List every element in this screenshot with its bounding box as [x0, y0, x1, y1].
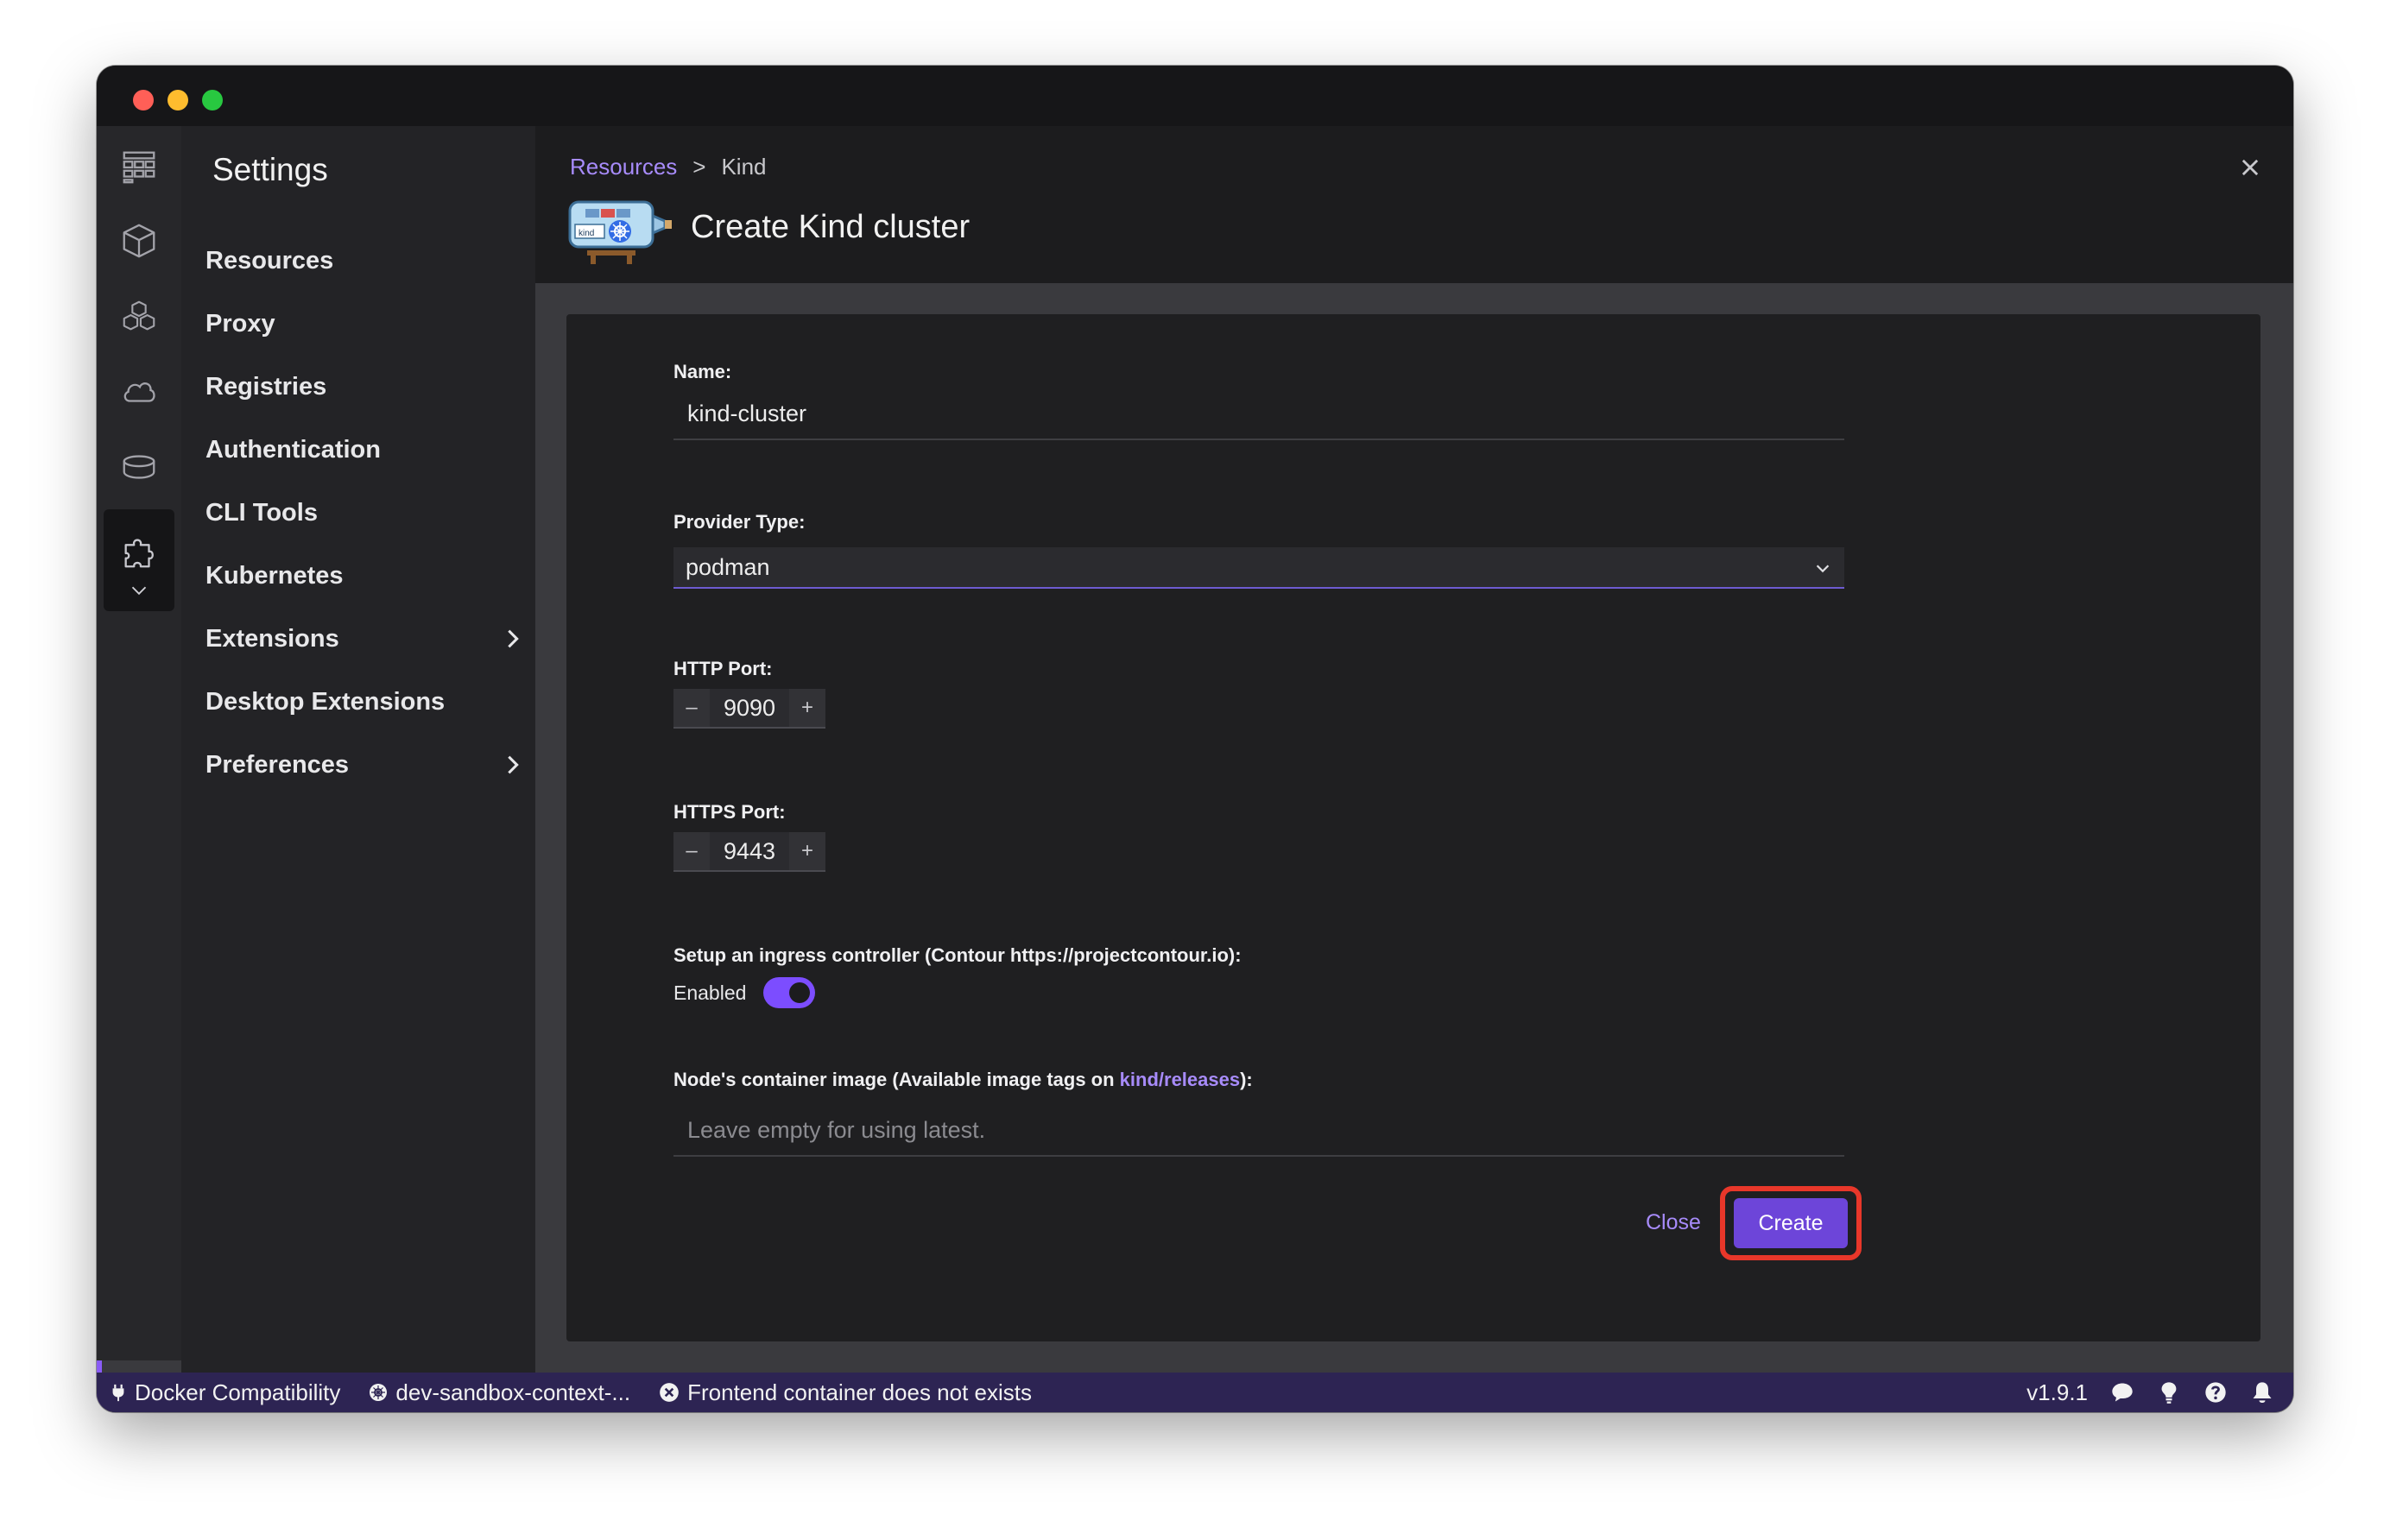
settings-title: Settings — [212, 152, 328, 187]
chevron-right-icon — [508, 629, 519, 648]
http-port-value[interactable]: 9090 — [710, 689, 789, 727]
page-title: Create Kind cluster — [691, 209, 971, 245]
http-port-decrement-button[interactable]: – — [673, 689, 710, 727]
kind-logo-text: kind — [579, 229, 594, 238]
https-port-increment-button[interactable]: + — [789, 832, 825, 870]
menu-item-label: Authentication — [205, 435, 381, 464]
settings-item-desktop-extensions[interactable]: Desktop Extensions — [205, 676, 525, 728]
error-status-label: Frontend container does not exists — [687, 1379, 1033, 1405]
create-cluster-form: Name: kind-cluster Provider Type: podman… — [566, 314, 2260, 1341]
images-icon[interactable] — [97, 354, 181, 428]
ingress-toggle[interactable] — [763, 977, 816, 1008]
chevron-down-icon[interactable] — [97, 565, 181, 616]
ingress-toggle-row: Enabled — [673, 977, 816, 1008]
toggle-knob — [789, 982, 811, 1003]
plug-icon — [112, 1384, 124, 1402]
menu-item-label: Resources — [205, 246, 334, 275]
containers-icon[interactable] — [97, 204, 181, 278]
settings-item-resources[interactable]: Resources — [205, 235, 525, 287]
kube-context-status[interactable]: dev-sandbox-context-... — [368, 1379, 630, 1406]
name-input[interactable]: kind-cluster — [673, 388, 1844, 440]
menu-item-label: CLI Tools — [205, 498, 318, 527]
close-button[interactable]: Close — [1646, 1210, 1701, 1235]
ingress-toggle-label: Enabled — [673, 981, 747, 1004]
node-image-label: Node's container image (Available image … — [673, 1069, 1253, 1091]
help-icon[interactable] — [2203, 1380, 2228, 1404]
menu-item-label: Desktop Extensions — [205, 687, 446, 716]
http-port-increment-button[interactable]: + — [789, 689, 825, 727]
ingress-label: Setup an ingress controller (Contour htt… — [673, 944, 1242, 966]
window-minimize-button[interactable] — [168, 90, 188, 110]
https-port-stepper: – 9443 + — [673, 832, 825, 872]
close-icon[interactable] — [2238, 155, 2262, 180]
window-zoom-button[interactable] — [202, 90, 223, 110]
chat-icon[interactable] — [2110, 1380, 2134, 1404]
menu-item-label: Registries — [205, 372, 327, 401]
window-close-button[interactable] — [133, 90, 154, 110]
icon-navigation — [97, 126, 181, 1412]
node-image-label-prefix: Node's container image (Available image … — [673, 1069, 1120, 1090]
provider-type-select[interactable]: podman — [673, 547, 1844, 589]
chevron-down-icon — [1816, 565, 1830, 573]
settings-item-cli-tools[interactable]: CLI Tools — [205, 487, 525, 539]
breadcrumb-resources-link[interactable]: Resources — [570, 154, 677, 180]
create-button[interactable]: Create — [1734, 1198, 1848, 1248]
menu-item-label: Proxy — [205, 309, 275, 338]
settings-item-proxy[interactable]: Proxy — [205, 298, 525, 350]
docker-compatibility-label: Docker Compatibility — [135, 1379, 341, 1405]
status-bar-right: v1.9.1 — [2026, 1373, 2274, 1412]
menu-item-label: Extensions — [205, 624, 339, 653]
app-window: Settings Resources Proxy Registries Auth… — [97, 66, 2293, 1412]
page-header: Resources > Kind kind Create Kind cluste… — [535, 126, 2293, 283]
menu-item-label: Preferences — [205, 750, 350, 779]
title-bar — [97, 66, 2293, 126]
bell-icon[interactable] — [2250, 1380, 2274, 1404]
provider-type-label: Provider Type: — [673, 511, 806, 533]
http-port-stepper: – 9090 + — [673, 689, 825, 729]
error-status[interactable]: Frontend container does not exists — [658, 1379, 1032, 1406]
pods-icon[interactable] — [97, 280, 181, 354]
volumes-icon[interactable] — [97, 430, 181, 504]
kube-context-label: dev-sandbox-context-... — [395, 1379, 631, 1405]
error-circle-icon — [660, 1383, 679, 1402]
menu-item-label: Kubernetes — [205, 561, 344, 590]
settings-item-preferences[interactable]: Preferences — [205, 739, 525, 791]
http-port-label: HTTP Port: — [673, 658, 773, 679]
settings-item-kubernetes[interactable]: Kubernetes — [205, 550, 525, 602]
version-label: v1.9.1 — [2026, 1379, 2088, 1405]
provider-type-value: podman — [686, 553, 770, 580]
node-image-input[interactable]: Leave empty for using latest. — [673, 1105, 1844, 1157]
settings-item-registries[interactable]: Registries — [205, 361, 525, 413]
dashboard-icon[interactable] — [97, 129, 181, 204]
settings-item-authentication[interactable]: Authentication — [205, 424, 525, 476]
settings-item-extensions[interactable]: Extensions — [205, 613, 525, 665]
kubernetes-icon — [370, 1384, 388, 1401]
kind-logo: kind — [568, 200, 672, 264]
https-port-value[interactable]: 9443 — [710, 832, 789, 870]
docker-compatibility-status[interactable]: Docker Compatibility — [109, 1379, 340, 1406]
https-port-decrement-button[interactable]: – — [673, 832, 710, 870]
main-content: Resources > Kind kind Create Kind cluste… — [535, 126, 2293, 1373]
kind-releases-link[interactable]: kind/releases — [1120, 1069, 1240, 1090]
status-bar: Docker Compatibility dev-sandbox-context… — [97, 1373, 2293, 1412]
lightbulb-icon[interactable] — [2157, 1380, 2181, 1404]
chevron-right-icon — [508, 755, 519, 774]
breadcrumb-current: Kind — [721, 154, 767, 180]
https-port-label: HTTPS Port: — [673, 801, 786, 823]
node-image-label-suffix: ): — [1240, 1069, 1253, 1090]
breadcrumb: Resources > Kind — [570, 154, 767, 180]
name-label: Name: — [673, 361, 732, 382]
settings-menu: Settings Resources Proxy Registries Auth… — [181, 126, 535, 1373]
breadcrumb-separator: > — [692, 154, 706, 180]
